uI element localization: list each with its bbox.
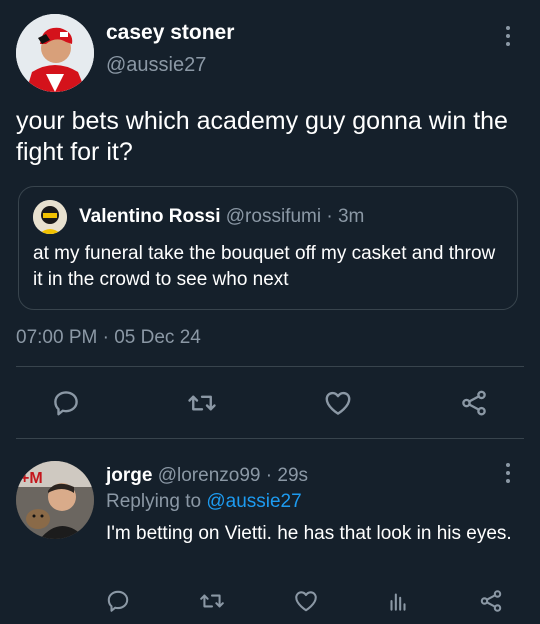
retweet-icon[interactable] bbox=[185, 386, 219, 420]
separator-dot: · bbox=[326, 206, 333, 227]
reply-header: jorge @lorenzo99 · 29s bbox=[106, 465, 308, 487]
retweet-icon[interactable] bbox=[195, 584, 229, 618]
svg-text:+M: +M bbox=[20, 470, 43, 487]
reply-icon[interactable] bbox=[101, 584, 135, 618]
tweet-timestamp[interactable]: 07:00 PM · 05 Dec 24 bbox=[16, 327, 201, 349]
more-options-icon[interactable] bbox=[500, 26, 516, 52]
divider bbox=[16, 438, 524, 439]
analytics-icon[interactable] bbox=[381, 584, 415, 618]
reply-author-handle[interactable]: @lorenzo99 bbox=[158, 465, 261, 486]
share-icon[interactable] bbox=[474, 584, 508, 618]
avatar[interactable] bbox=[16, 14, 94, 92]
reply-text: I'm betting on Vietti. he has that look … bbox=[106, 523, 512, 544]
quoted-header: Valentino Rossi @rossifumi · 3m bbox=[79, 206, 364, 228]
avatar[interactable]: +M bbox=[16, 461, 94, 539]
replying-prefix: Replying to bbox=[106, 491, 202, 512]
like-icon[interactable] bbox=[289, 584, 323, 618]
replying-to-link[interactable]: @aussie27 bbox=[206, 491, 301, 512]
author-handle[interactable]: @aussie27 bbox=[106, 54, 206, 77]
like-icon[interactable] bbox=[321, 386, 355, 420]
quoted-text: at my funeral take the bouquet off my ca… bbox=[33, 243, 496, 290]
tweet-text: your bets which academy guy gonna win th… bbox=[16, 107, 508, 166]
quoted-author-name: Valentino Rossi bbox=[79, 206, 221, 227]
divider bbox=[16, 366, 524, 367]
reply-avatar-image: +M bbox=[16, 461, 94, 539]
quoted-avatar-image bbox=[33, 200, 67, 234]
reply-icon[interactable] bbox=[49, 386, 83, 420]
quoted-avatar bbox=[33, 200, 67, 234]
quoted-author-handle: @rossifumi bbox=[225, 206, 322, 227]
replying-to: Replying to @aussie27 bbox=[106, 491, 302, 513]
reply-time: 29s bbox=[277, 465, 309, 486]
share-icon[interactable] bbox=[457, 386, 491, 420]
quoted-tweet-card[interactable]: Valentino Rossi @rossifumi · 3m at my fu… bbox=[18, 186, 518, 310]
separator-dot: · bbox=[265, 465, 273, 486]
author-name[interactable]: casey stoner bbox=[106, 21, 234, 45]
quoted-time: 3m bbox=[337, 206, 365, 227]
rider-avatar-image bbox=[16, 14, 94, 92]
reply-author-name[interactable]: jorge bbox=[106, 465, 152, 486]
more-options-icon[interactable] bbox=[500, 463, 516, 489]
